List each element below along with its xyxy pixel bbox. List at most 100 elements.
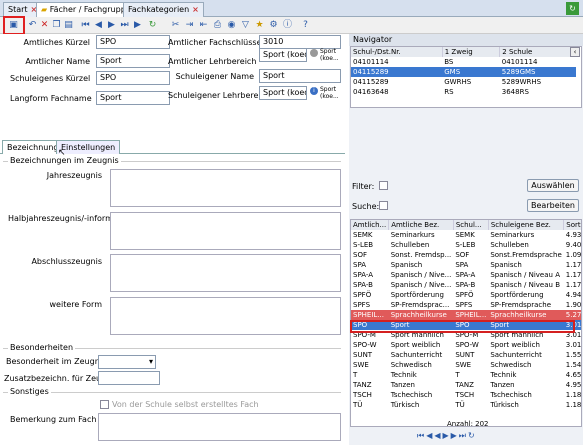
table-row[interactable]: S-LEB Schulleben S-LEB Schulleben 9.402 xyxy=(351,240,581,250)
column-header[interactable]: Schul... xyxy=(453,220,489,230)
preview-icon[interactable]: ◉ xyxy=(226,19,237,31)
schulname-field[interactable]: Sport xyxy=(259,69,341,83)
weitere-form-field[interactable] xyxy=(110,297,341,335)
cell: TÜ xyxy=(455,401,465,409)
cell: SOF xyxy=(353,251,367,259)
info-icon[interactable]: i xyxy=(310,87,318,95)
column-header[interactable]: Amtliche Bez. xyxy=(388,220,454,230)
refresh-icon[interactable]: ↻ xyxy=(566,2,579,15)
forward-icon[interactable]: ▶ xyxy=(132,19,143,31)
schullehrbereich-select[interactable]: Sport (koeduka xyxy=(259,86,307,100)
cell: Tschechisch xyxy=(490,391,532,399)
info-icon[interactable] xyxy=(310,49,318,57)
langform-field[interactable]: Sport xyxy=(96,91,170,105)
next-icon[interactable]: ▶ xyxy=(106,19,117,31)
last-icon[interactable]: ⏭ xyxy=(119,19,130,31)
label: Besonderheit im Zeugnis xyxy=(6,357,107,366)
table-row[interactable]: 04115289 GMS 5289GMS xyxy=(351,67,576,77)
settings-icon[interactable]: ⚙ xyxy=(268,19,279,31)
table-row[interactable]: SPO-W Sport weiblich SPO-W Sport weiblich 3.… xyxy=(351,340,581,350)
undo-icon[interactable]: ↶ xyxy=(27,19,38,31)
cell: SUNT xyxy=(455,351,475,359)
search-checkbox[interactable] xyxy=(379,201,388,210)
schullehrbereich-note: Sport (koe... xyxy=(320,86,339,100)
copy-icon[interactable]: ❐ xyxy=(51,19,62,31)
cell: S-LEB xyxy=(353,241,374,249)
table-row[interactable]: 04101114 BS 04101114 xyxy=(351,57,576,67)
table-row[interactable]: T Technik T Technik 4.656 xyxy=(351,370,582,380)
table-row[interactable]: SOF Sonst. Fremdsp... SOF Sonst.Fremdsprach… xyxy=(351,250,581,260)
label: Halbjahreszeugnis/-information xyxy=(8,214,134,223)
halbjahreszeugnis-field[interactable] xyxy=(110,212,341,250)
info-icon[interactable]: ⓘ xyxy=(282,19,293,31)
table-row[interactable]: TANZ Tanzen TANZ Tanzen 4.950 xyxy=(351,380,581,390)
cell: TANZ xyxy=(455,381,474,389)
table-row[interactable]: SPFS SP-Fremdsprac... SPFS SP-Fremdsprache 1… xyxy=(351,300,581,310)
column-header[interactable]: Schul-/Dst.Nr. xyxy=(351,47,443,57)
label: Jahreszeugnis xyxy=(46,171,102,180)
star-icon[interactable]: ★ xyxy=(254,19,265,31)
bemerkung-field[interactable] xyxy=(98,413,341,441)
table-row[interactable]: SPFÖ Sportförderung SPFÖ Sportförderung 4.94… xyxy=(351,290,581,300)
column-header[interactable]: Amtlich... xyxy=(351,220,390,230)
table-row[interactable]: SPA Spanisch SPA Spanisch 1.170 xyxy=(351,260,582,270)
fachschluessel-field[interactable]: 3010 xyxy=(259,35,341,49)
table-row[interactable]: TSCH Tschechisch TSCH Tschechisch 1.185 xyxy=(351,390,581,400)
table-row[interactable]: SPHEIL... Sprachheilkurse SPHEIL... Sprachh… xyxy=(351,310,582,320)
table-row[interactable]: SEMK Seminarkurs SEMK Seminarkurs 4.939 xyxy=(351,230,581,240)
tab-einstellungen[interactable]: Einstellungen xyxy=(56,140,121,154)
first-icon[interactable]: ⏮ xyxy=(80,19,91,31)
delete-icon[interactable]: ✕ xyxy=(39,19,50,31)
cell: Schulleben xyxy=(490,241,529,249)
jahreszeugnis-field[interactable] xyxy=(110,169,341,207)
select-button[interactable]: Auswählen xyxy=(527,179,579,192)
amtliches-kuerzel-field[interactable]: SPO xyxy=(96,35,170,49)
export-icon[interactable]: ⇤ xyxy=(198,19,209,31)
prev-icon[interactable]: ◀ xyxy=(93,19,104,31)
selbst-erstellt-checkbox[interactable] xyxy=(100,400,109,409)
besonderheit-select[interactable]: ▾ xyxy=(98,355,156,369)
cell: 1.172 xyxy=(565,281,582,289)
paste-icon[interactable]: ▤ xyxy=(63,19,74,31)
cell: SPO-W xyxy=(455,341,479,349)
highlight-box xyxy=(350,320,575,333)
import-icon[interactable]: ⇥ xyxy=(184,19,195,31)
table-row[interactable]: TÜ Türkisch TÜ Türkisch 1.180 xyxy=(351,400,581,410)
cell: 4.656 xyxy=(565,371,582,379)
lehrbereich-select[interactable]: Sport (koeduka xyxy=(259,48,307,62)
refresh-icon[interactable]: ↻ xyxy=(147,19,158,31)
column-header[interactable]: 1 Zweig xyxy=(442,47,501,57)
navigator-title: Navigator xyxy=(349,34,583,46)
cell: SOF xyxy=(455,251,470,259)
cell: TANZ xyxy=(353,381,372,389)
table-row[interactable]: 04115289 GWRHS 5289WRHS xyxy=(351,77,576,87)
column-header[interactable]: 2 Schule xyxy=(499,47,576,57)
cell: SPFÖ xyxy=(455,291,474,299)
column-header[interactable]: Sorti... xyxy=(563,220,581,230)
amtlicher-name-field[interactable]: Sport xyxy=(96,54,170,68)
filter-checkbox[interactable] xyxy=(379,181,388,190)
table-row[interactable]: 04163648 RS 3648RS xyxy=(351,87,576,97)
print-icon[interactable]: ⎙ xyxy=(212,19,223,31)
zusatz-field[interactable] xyxy=(98,371,160,385)
tab-fachkategorien[interactable]: Fachkategorien × xyxy=(123,2,204,17)
abschlusszeugnis-field[interactable] xyxy=(110,254,341,292)
table-row[interactable]: SPA-A Spanisch / Nive... SPA-A Spanisch / N… xyxy=(351,270,581,280)
cell: SPO-W xyxy=(353,341,377,349)
cell: 1.170 xyxy=(565,261,582,269)
navigation-icons[interactable]: ⏮◀◀▶▶⏭↻ xyxy=(417,431,537,442)
filter-icon[interactable]: ▽ xyxy=(240,19,251,31)
table-row[interactable]: SPA-B Spanisch / Nive... SPA-B Spanisch / N… xyxy=(351,280,582,290)
collapse-icon[interactable]: ‹ xyxy=(570,47,580,57)
scissors-icon[interactable]: ✂ xyxy=(170,19,181,31)
column-header[interactable]: Schuleigene Bez. xyxy=(488,220,565,230)
close-icon[interactable]: × xyxy=(192,5,199,14)
table-row[interactable]: SUNT Sachunterricht SUNT Sachunterricht 1.55… xyxy=(351,350,581,360)
schulkuerzel-field[interactable]: SPO xyxy=(96,71,170,85)
help-icon[interactable]: ? xyxy=(300,19,311,31)
label: Bemerkung zum Fach xyxy=(10,415,97,424)
cell: TSCH xyxy=(353,391,372,399)
cell: 5.274 xyxy=(565,311,582,319)
table-row[interactable]: SWE Schwedisch SWE Schwedisch 1.540 xyxy=(351,360,581,370)
edit-button[interactable]: Bearbeiten xyxy=(527,199,579,212)
